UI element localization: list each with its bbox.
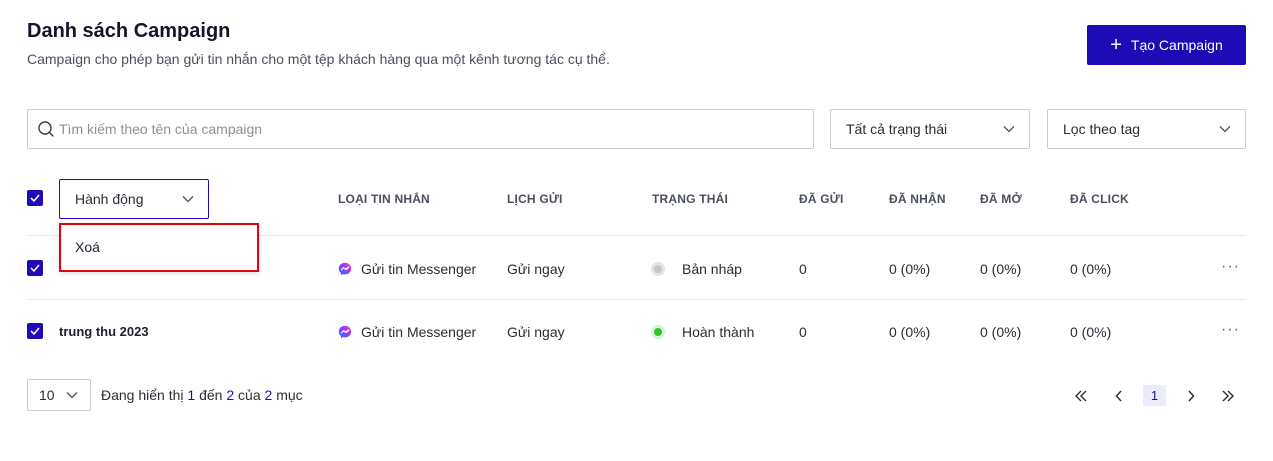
chevron-down-icon (1219, 126, 1231, 133)
column-header-status: TRẠNG THÁI (652, 192, 728, 206)
chevron-left-icon (1115, 390, 1122, 402)
message-type-cell: Gửi tin Messenger (338, 261, 476, 277)
page-size-value: 10 (39, 387, 55, 403)
double-chevron-right-icon (1222, 390, 1234, 402)
create-campaign-button[interactable]: + Tạo Campaign (1087, 25, 1246, 65)
page-size-select[interactable]: 10 (27, 379, 91, 411)
campaign-name[interactable]: trung thu 2023 (59, 324, 149, 339)
search-box[interactable] (27, 109, 814, 149)
page-title: Danh sách Campaign (27, 20, 231, 42)
schedule-cell: Gửi ngay (507, 324, 565, 340)
search-icon (38, 121, 54, 137)
received-cell: 0 (0%) (889, 324, 931, 340)
messenger-icon (338, 325, 352, 339)
chevron-right-icon (1188, 390, 1195, 402)
clicked-cell: 0 (0%) (1070, 324, 1112, 340)
create-campaign-label: Tạo Campaign (1130, 37, 1223, 53)
status-filter-select[interactable]: Tất cả trạng thái (830, 109, 1030, 149)
message-type: Gửi tin Messenger (361, 261, 477, 277)
last-page-button[interactable] (1217, 385, 1239, 407)
pagination-to: 2 (226, 387, 235, 403)
clicked-cell: 0 (0%) (1070, 261, 1112, 277)
chevron-down-icon (1003, 126, 1015, 133)
page-subtitle: Campaign cho phép bạn gửi tin nhắn cho m… (27, 51, 610, 67)
pagination-to-word: đến (199, 387, 223, 403)
opened-cell: 0 (0%) (980, 261, 1022, 277)
pagination-of-word: của (238, 387, 261, 403)
received-cell: 0 (0%) (889, 261, 931, 277)
action-dropdown[interactable]: Hành động (59, 179, 209, 219)
first-page-button[interactable] (1070, 385, 1092, 407)
sent-cell: 0 (799, 324, 807, 340)
tag-filter-value: Lọc theo tag (1063, 121, 1141, 137)
pagination-total: 2 (264, 387, 273, 403)
status-label: Hoàn thành (682, 324, 755, 340)
chevron-down-icon (66, 392, 78, 399)
tag-filter-select[interactable]: Lọc theo tag (1047, 109, 1246, 149)
status-dot (651, 325, 665, 339)
pagination-suffix: mục (276, 387, 303, 403)
search-input[interactable] (59, 121, 759, 137)
check-icon (30, 327, 40, 335)
check-icon (30, 264, 40, 272)
row-checkbox[interactable] (27, 323, 43, 339)
row-divider (27, 299, 1246, 300)
status-cell: Bản nháp (651, 261, 742, 277)
message-type: Gửi tin Messenger (361, 324, 477, 340)
current-page-button[interactable]: 1 (1143, 385, 1166, 406)
row-checkbox[interactable] (27, 260, 43, 276)
status-cell: Hoàn thành (651, 324, 754, 340)
opened-cell: 0 (0%) (980, 324, 1022, 340)
chevron-down-icon (182, 196, 194, 203)
pagination-from: 1 (187, 387, 196, 403)
plus-icon: + (1110, 34, 1122, 56)
column-header-sent: ĐÃ GỬI (799, 192, 844, 206)
status-filter-value: Tất cả trạng thái (846, 121, 948, 137)
column-header-clicked: ĐÃ CLICK (1070, 192, 1129, 206)
status-dot (651, 262, 665, 276)
delete-menu-item[interactable]: Xoá (75, 239, 100, 255)
action-dropdown-label: Hành động (75, 191, 144, 207)
schedule-cell: Gửi ngay (507, 261, 565, 277)
messenger-icon (338, 262, 352, 276)
double-chevron-left-icon (1075, 390, 1087, 402)
column-header-schedule: LỊCH GỬI (507, 192, 563, 206)
message-type-cell: Gửi tin Messenger (338, 324, 476, 340)
column-header-received: ĐÃ NHẬN (889, 192, 946, 206)
column-header-opened: ĐÃ MỞ (980, 192, 1022, 206)
more-options-icon[interactable]: ··· (1221, 321, 1240, 339)
more-options-icon[interactable]: ··· (1221, 258, 1240, 276)
pagination-info: Đang hiển thị 1 đến 2 của 2 mục (101, 387, 303, 403)
pagination-prefix: Đang hiển thị (101, 387, 184, 403)
column-header-type: LOẠI TIN NHẮN (338, 192, 430, 206)
check-icon (30, 194, 40, 202)
previous-page-button[interactable] (1108, 385, 1130, 407)
status-label: Bản nháp (682, 261, 742, 277)
sent-cell: 0 (799, 261, 807, 277)
next-page-button[interactable] (1180, 385, 1202, 407)
select-all-checkbox[interactable] (27, 190, 43, 206)
action-dropdown-menu: Xoá (59, 223, 259, 272)
